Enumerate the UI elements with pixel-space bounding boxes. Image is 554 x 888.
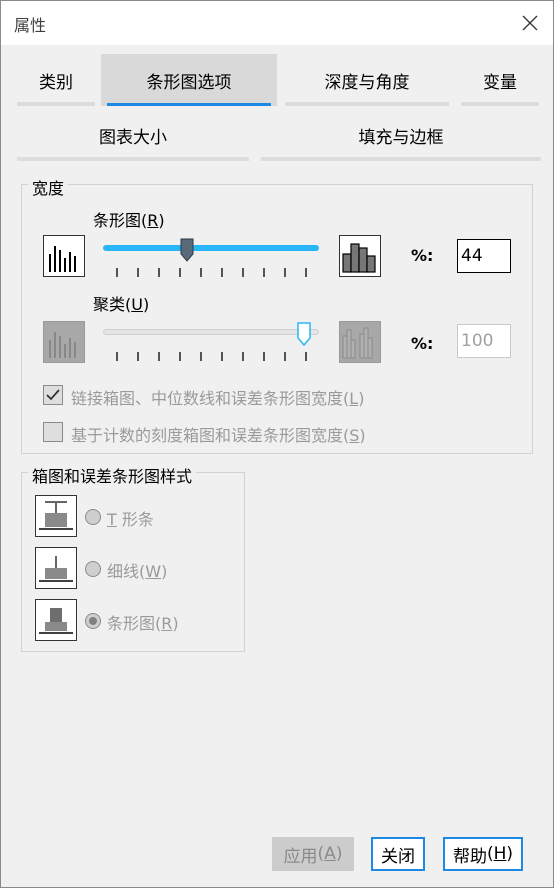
bar-width-slider-track [103,245,319,251]
help-button[interactable]: 帮助(H) [443,837,523,871]
cluster-width-label: 聚类(U) [93,295,150,314]
bar-style-label: 条形图(R) [107,614,179,633]
bar-style-text: 条形图 [107,614,156,633]
tab-chart-size-label: 图表大小 [99,127,167,148]
bar-width-label-text: 条形图 [93,211,142,230]
title-bar: 属性 [1,1,553,45]
count-scale-mnemonic: S [349,426,360,445]
bar-width-input[interactable]: 44 [457,239,511,273]
count-scale-text: 基于计数的刻度箱图和误差条形图宽度 [71,426,344,445]
help-button-mnemonic: H [493,844,507,864]
count-scale-label: 基于计数的刻度箱图和误差条形图宽度(S) [71,426,366,445]
t-bar-icon [35,495,77,537]
apply-button-mnemonic: A [324,844,336,864]
tab-depth-angle-label: 深度与角度 [324,72,410,93]
tab-category-label: 类别 [39,72,73,93]
cluster-width-slider[interactable] [103,322,319,364]
tab-depth-angle[interactable]: 深度与角度 [281,56,453,106]
thin-line-icon [35,547,77,589]
bar-width-label: 条形图(R) [93,211,165,230]
cluster-width-mnemonic: U [131,295,143,314]
t-bar-text: 形条 [116,510,154,529]
t-bar-label: T 形条 [107,506,154,530]
tab-bar-options-label: 条形图选项 [146,72,232,93]
style-group-title: 箱图和误差条形图样式 [28,463,197,487]
thin-line-label: 细线(W) [107,562,168,581]
bar-style-icon [35,599,77,641]
bar-width-slider-thumb[interactable] [180,238,194,262]
bar-width-slider-ticks [116,268,307,277]
tab-fill-border-label: 填充与边框 [358,127,444,148]
close-window-button[interactable] [507,1,553,45]
wide-cluster-icon [339,321,381,363]
cluster-width-slider-track [103,329,319,335]
link-widths-mnemonic: L [349,389,359,408]
cluster-width-percent-label: %: [411,334,434,353]
tab-bar-options[interactable]: 条形图选项 [101,54,277,106]
narrow-bars-icon [43,235,85,277]
checkmark-icon [46,389,60,401]
bar-style-mnemonic: R [161,614,173,633]
width-group-title: 宽度 [28,175,69,199]
apply-button-text: 应用 [283,846,318,867]
t-bar-radio[interactable] [85,509,101,525]
thin-line-text: 细线 [107,562,140,581]
cluster-width-slider-thumb[interactable] [297,322,311,346]
tab-variables-label: 变量 [483,72,517,93]
tab-variables[interactable]: 变量 [457,56,543,106]
tab-fill-border[interactable]: 填充与边框 [257,111,545,161]
cluster-width-label-text: 聚类 [93,295,126,314]
link-widths-checkbox[interactable] [43,385,63,405]
link-widths-text: 链接箱图、中位数线和误差条形图宽度 [71,389,344,408]
help-button-text: 帮助 [452,846,487,867]
bar-width-mnemonic: R [147,211,159,230]
link-widths-label: 链接箱图、中位数线和误差条形图宽度(L) [71,389,365,408]
close-icon [522,15,538,31]
window-title: 属性 [14,16,47,35]
bar-style-radio[interactable] [85,613,101,629]
bar-width-percent-label: %: [411,246,434,265]
cluster-width-slider-ticks [116,352,307,361]
properties-dialog: 属性 类别 条形图选项 深度与角度 变量 图表大小 填充与边框 宽度 条形图(R… [0,0,554,888]
narrow-cluster-icon [43,321,85,363]
t-bar-prefix: T [107,510,117,529]
apply-button[interactable]: 应用(A) [272,837,354,871]
thin-line-mnemonic: W [145,562,162,581]
cluster-width-input[interactable]: 100 [457,324,511,358]
thin-line-radio[interactable] [85,561,101,577]
bar-width-slider[interactable] [103,238,319,280]
tab-category[interactable]: 类别 [13,56,99,106]
close-button[interactable]: 关闭 [371,837,425,871]
wide-bars-icon [339,235,381,277]
count-scale-checkbox[interactable] [43,422,63,442]
tab-chart-size[interactable]: 图表大小 [13,111,253,161]
